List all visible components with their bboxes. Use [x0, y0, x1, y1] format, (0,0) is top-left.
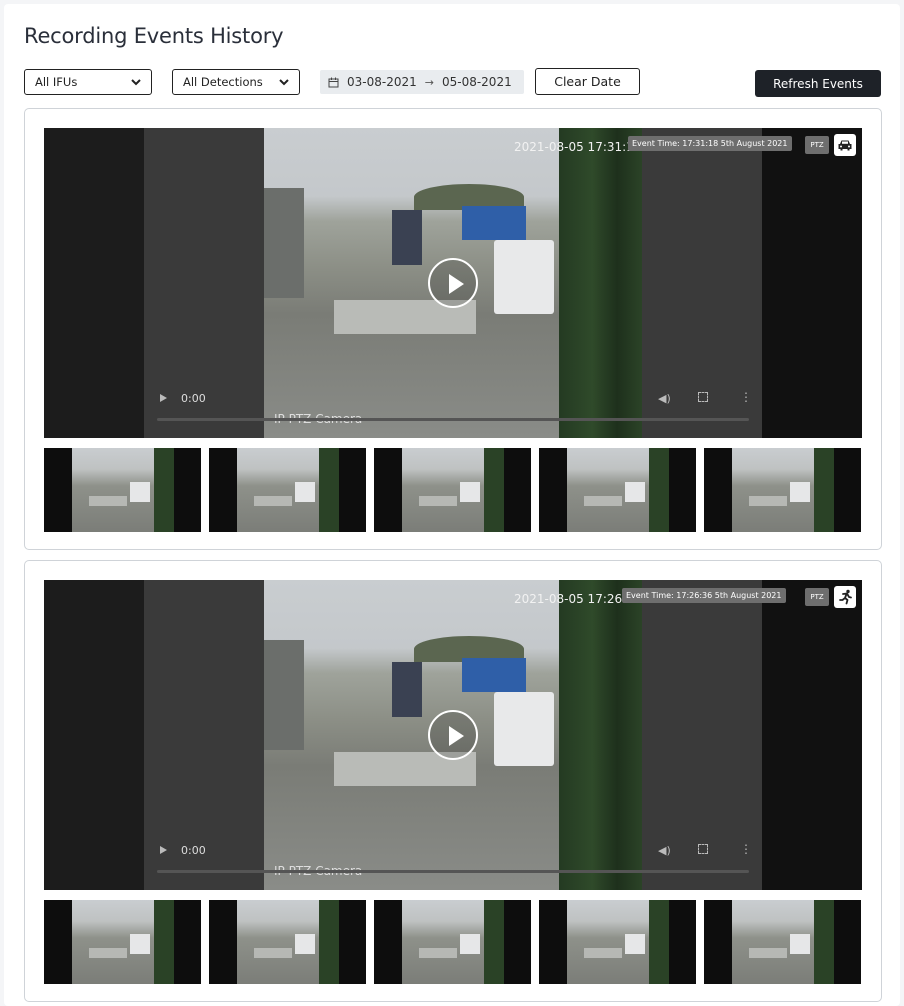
thumbnail[interactable] [704, 448, 861, 532]
volume-icon[interactable]: ◀) [658, 392, 671, 405]
thumbnail-strip [44, 448, 862, 532]
video-green-fence [559, 128, 642, 438]
volume-icon[interactable]: ◀) [658, 844, 671, 857]
thumbnail[interactable] [44, 900, 201, 984]
camera-type-badge: PTZ [805, 588, 829, 606]
thumbnail[interactable] [704, 900, 861, 984]
thumbnail[interactable] [539, 900, 696, 984]
video-letterbox-right [762, 580, 862, 890]
video-letterbox-left [44, 580, 144, 890]
video-timestamp: 2021-08-05 17:31:18 [514, 140, 642, 154]
video-container [462, 658, 526, 692]
date-to[interactable]: 05-08-2021 [442, 75, 512, 89]
thumbnail[interactable] [44, 448, 201, 532]
detection-select-value: All Detections [183, 75, 263, 89]
video-letterbox-right [762, 128, 862, 438]
thumbnail[interactable] [374, 900, 531, 984]
video-green-fence [559, 580, 642, 890]
control-play-icon[interactable] [160, 846, 167, 854]
play-icon[interactable] [428, 710, 478, 760]
date-from[interactable]: 03-08-2021 [347, 75, 417, 89]
refresh-events-button[interactable]: Refresh Events [755, 70, 881, 97]
event-card: 2021-08-05 17:31:18 IP PTZ Camera 0:00 ◀… [24, 108, 882, 550]
progress-bar[interactable] [157, 418, 749, 421]
arrow-right-icon: → [424, 75, 434, 89]
more-options-icon[interactable]: ⋮ [740, 842, 752, 856]
video-van [392, 662, 422, 717]
ifu-select-value: All IFUs [35, 75, 78, 89]
event-time-badge: Event Time: 17:26:36 5th August 2021 [622, 588, 786, 603]
person-running-icon [834, 586, 856, 608]
video-truck [494, 692, 554, 766]
thumbnail[interactable] [374, 448, 531, 532]
current-time: 0:00 [181, 844, 206, 857]
date-range-picker[interactable]: 03-08-2021 → 05-08-2021 [320, 70, 524, 94]
event-card: 2021-08-05 17:26:36 IP PTZ Camera 0:00 ◀… [24, 560, 882, 1002]
progress-bar[interactable] [157, 870, 749, 873]
control-play-icon[interactable] [160, 394, 167, 402]
video-building [264, 640, 304, 750]
ifu-select[interactable]: All IFUs [24, 69, 152, 95]
video-building [264, 188, 304, 298]
camera-type-badge: PTZ [805, 136, 829, 154]
car-icon [834, 134, 856, 156]
fullscreen-icon[interactable] [698, 392, 708, 402]
video-letterbox-left [44, 128, 144, 438]
page-title: Recording Events History [24, 24, 284, 48]
video-player[interactable]: 2021-08-05 17:26:36 IP PTZ Camera 0:00 ◀… [44, 580, 862, 890]
current-time: 0:00 [181, 392, 206, 405]
event-time-badge: Event Time: 17:31:18 5th August 2021 [628, 136, 792, 151]
video-container [462, 206, 526, 240]
play-icon[interactable] [428, 258, 478, 308]
thumbnail-strip [44, 900, 862, 984]
thumbnail[interactable] [539, 448, 696, 532]
thumbnail[interactable] [209, 448, 366, 532]
video-player[interactable]: 2021-08-05 17:31:18 IP PTZ Camera 0:00 ◀… [44, 128, 862, 438]
chevron-down-icon [279, 79, 289, 86]
detection-select[interactable]: All Detections [172, 69, 300, 95]
thumbnail[interactable] [209, 900, 366, 984]
clear-date-button[interactable]: Clear Date [535, 68, 640, 95]
video-van [392, 210, 422, 265]
video-truck [494, 240, 554, 314]
events-panel: Recording Events History All IFUs All De… [4, 4, 900, 1006]
chevron-down-icon [131, 79, 141, 86]
calendar-icon [328, 77, 339, 87]
fullscreen-icon[interactable] [698, 844, 708, 854]
more-options-icon[interactable]: ⋮ [740, 390, 752, 404]
